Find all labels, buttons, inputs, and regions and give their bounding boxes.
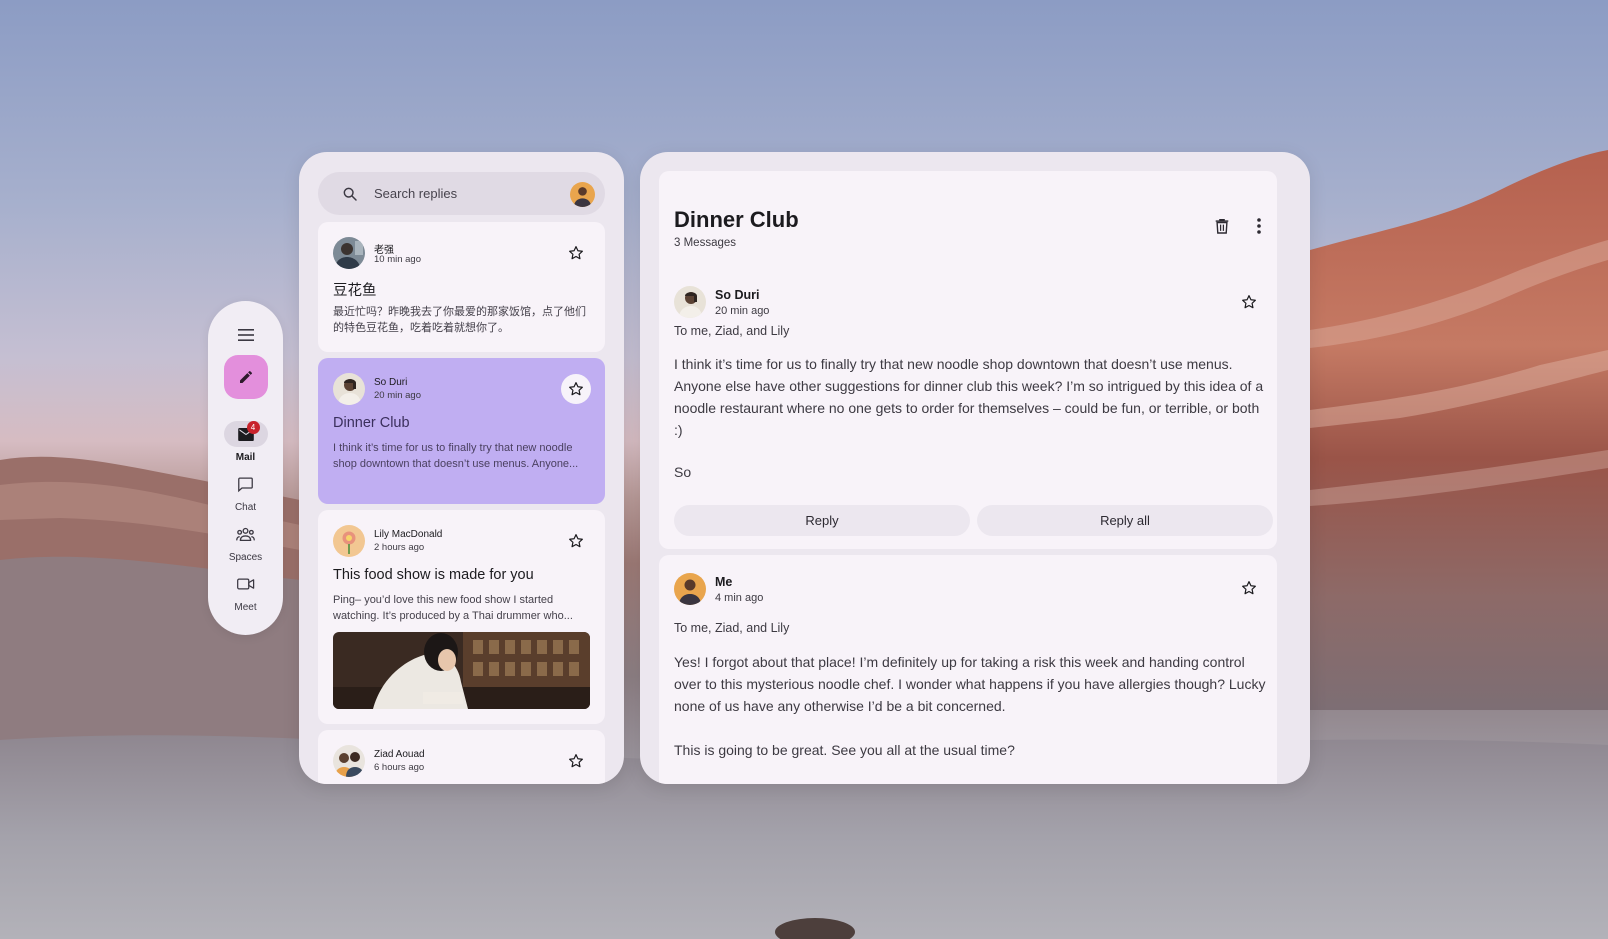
list-item-selected[interactable]: So Duri 20 min ago Dinner Club I think i… (318, 358, 605, 504)
compose-button[interactable] (223, 355, 268, 399)
subject: This food show is made for you (333, 567, 534, 583)
star-button[interactable] (1235, 574, 1263, 602)
search-input[interactable] (374, 186, 554, 201)
message-card: Dinner Club 3 Messages So Duri 20 min ag… (659, 171, 1277, 549)
subject: Dinner Club (333, 415, 410, 431)
delete-button[interactable] (1208, 212, 1236, 240)
list-item[interactable]: Ziad Aouad 6 hours ago (318, 730, 605, 784)
rail-item-chat[interactable]: Chat (224, 471, 268, 513)
message-body: Yes! I forgot about that place! I’m defi… (674, 654, 1266, 714)
timestamp: 6 hours ago (374, 762, 425, 773)
star-button[interactable] (561, 238, 591, 268)
rail-item-label: Mail (235, 452, 256, 463)
star-button[interactable] (561, 526, 591, 556)
rail-item-label: Spaces (228, 552, 263, 563)
signature: So (674, 464, 692, 480)
chat-icon (238, 476, 253, 492)
preview-text: 最近忙吗？昨晚我去了你最爱的那家饭馆，点了他们的特色豆花鱼，吃着吃着就想你了。 (333, 306, 586, 334)
avatar (674, 573, 706, 605)
account-avatar[interactable] (570, 182, 595, 207)
timestamp: 4 min ago (715, 592, 764, 604)
star-outline-icon (569, 754, 583, 768)
sender-name: So Duri (715, 288, 760, 302)
subject: 豆花鱼 (333, 283, 377, 299)
rail-item-spaces[interactable]: Spaces (224, 521, 268, 563)
more-options-button[interactable] (1245, 212, 1273, 240)
reply-all-button[interactable]: Reply all (977, 505, 1273, 536)
sender-name: Lily MacDonald (374, 529, 443, 540)
recipients: To me, Ziad, and Lily (674, 621, 790, 635)
menu-button[interactable] (230, 323, 262, 347)
mail-icon-container: 4 (223, 421, 268, 447)
timestamp: 2 hours ago (374, 542, 425, 553)
attachment-image[interactable] (333, 632, 590, 709)
rail-item-label: Chat (234, 502, 257, 513)
list-item[interactable]: Lily MacDonald 2 hours ago This food sho… (318, 510, 605, 724)
preview-text: Ping– you’d love this new food show I st… (333, 594, 573, 622)
pencil-icon (239, 370, 252, 383)
message-card: Me 4 min ago To me, Ziad, and Lily Yes! … (659, 555, 1277, 784)
sender-name: So Duri (374, 377, 408, 388)
star-button[interactable] (1235, 288, 1263, 316)
star-button[interactable] (561, 374, 591, 404)
avatar (333, 525, 365, 557)
timestamp: 20 min ago (715, 305, 770, 317)
avatar (674, 286, 706, 318)
spaces-icon-container (224, 521, 268, 547)
message-body: I think it’s time for us to finally try … (674, 356, 1264, 438)
sender-name: Ziad Aouad (374, 749, 425, 760)
preview-text: I think it’s time for us to finally try … (333, 442, 579, 470)
more-vert-icon (1257, 218, 1261, 234)
hamburger-menu-icon (237, 329, 254, 341)
chat-icon-container (224, 471, 268, 497)
sender-name: Me (715, 575, 733, 589)
message-list-panel: 老强 10 min ago 豆花鱼 最近忙吗？昨晚我去了你最爱的那家饭馆，点了他… (299, 152, 624, 784)
meet-icon-container (224, 571, 268, 597)
video-camera-icon (236, 578, 254, 590)
spaces-icon (236, 527, 255, 541)
timestamp: 20 min ago (374, 390, 422, 401)
star-outline-icon (569, 534, 583, 548)
rail-item-meet[interactable]: Meet (224, 571, 268, 613)
unread-count-badge: 4 (246, 421, 260, 434)
star-outline-icon (569, 382, 583, 396)
avatar (333, 745, 365, 777)
search-icon (340, 184, 360, 204)
list-item[interactable]: 老强 10 min ago 豆花鱼 最近忙吗？昨晚我去了你最爱的那家饭馆，点了他… (318, 222, 605, 352)
recipients: To me, Ziad, and Lily (674, 324, 790, 338)
timestamp: 10 min ago (374, 254, 422, 265)
message-count: 3 Messages (674, 237, 737, 249)
star-outline-icon (1242, 295, 1256, 309)
star-button[interactable] (561, 746, 591, 776)
rail-item-mail[interactable]: 4 Mail (223, 421, 268, 463)
avatar (333, 237, 365, 269)
avatar (333, 373, 365, 405)
thread-title: Dinner Club (674, 207, 799, 232)
star-outline-icon (1242, 581, 1256, 595)
star-outline-icon (569, 246, 583, 260)
reply-button[interactable]: Reply (674, 505, 970, 536)
message-body-continued: This is going to be great. See you all a… (674, 742, 1015, 758)
navigation-rail: 4 Mail Chat Spaces Meet (208, 301, 283, 635)
rail-item-label: Meet (234, 602, 257, 613)
thread-detail-panel: Dinner Club 3 Messages So Duri 20 min ag… (640, 152, 1310, 784)
trash-icon (1215, 219, 1229, 234)
search-bar[interactable] (318, 172, 605, 215)
